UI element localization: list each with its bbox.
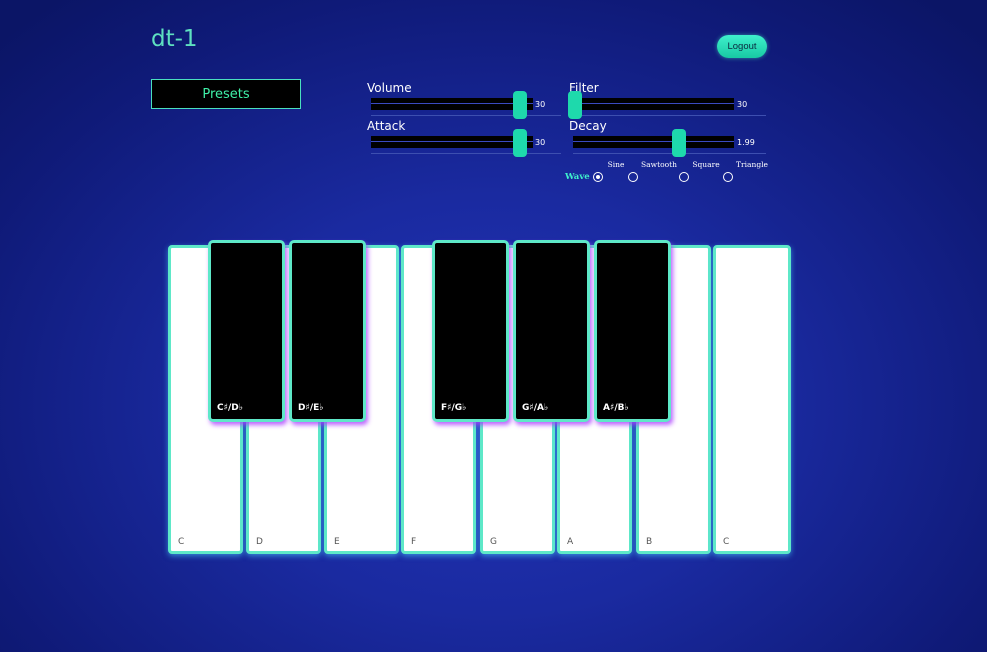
black-key-d-sharp[interactable]: D♯/E♭: [289, 240, 366, 422]
black-key-a-sharp[interactable]: A♯/B♭: [594, 240, 671, 422]
key-label: B: [646, 537, 653, 547]
white-key-c-high[interactable]: C: [713, 245, 791, 554]
key-label: G: [490, 537, 497, 547]
wave-option-sawtooth-label: Sawtooth: [641, 160, 677, 169]
app-title: dt-1: [151, 26, 198, 52]
slider-track: [371, 98, 533, 110]
volume-slider[interactable]: [371, 91, 561, 119]
key-label: F: [411, 537, 417, 547]
black-key-c-sharp[interactable]: C♯/D♭: [208, 240, 285, 422]
key-label: E: [334, 537, 340, 547]
slider-thumb[interactable]: [513, 91, 528, 119]
filter-slider[interactable]: [567, 91, 766, 119]
wave-radio-sine[interactable]: [593, 172, 603, 182]
wave-label: Wave: [565, 172, 590, 182]
slider-thumb[interactable]: [513, 129, 528, 157]
wave-option-triangle-label: Triangle: [736, 160, 768, 169]
wave-radio-square[interactable]: [679, 172, 689, 182]
black-key-g-sharp[interactable]: G♯/A♭: [513, 240, 590, 422]
black-key-f-sharp[interactable]: F♯/G♭: [432, 240, 509, 422]
wave-radio-triangle[interactable]: [723, 172, 733, 182]
slider-track: [573, 136, 734, 148]
key-label: A: [567, 537, 574, 547]
wave-radio-sawtooth[interactable]: [628, 172, 638, 182]
key-label: G♯/A♭: [522, 403, 549, 413]
key-label: C: [723, 537, 730, 547]
slider-underline: [371, 115, 561, 116]
presets-button[interactable]: Presets: [151, 79, 301, 109]
key-label: F♯/G♭: [441, 403, 467, 413]
slider-track: [371, 136, 533, 148]
filter-value: 30: [737, 100, 748, 109]
attack-value: 30: [535, 138, 546, 147]
slider-underline: [371, 153, 561, 154]
volume-value: 30: [535, 100, 546, 109]
decay-label: Decay: [569, 119, 607, 133]
key-label: A♯/B♭: [603, 403, 629, 413]
slider-thumb[interactable]: [672, 129, 687, 157]
decay-value: 1.99: [737, 138, 755, 147]
logout-button[interactable]: Logout: [717, 35, 767, 58]
slider-track: [573, 98, 734, 110]
wave-option-sine-label: Sine: [607, 160, 625, 169]
wave-option-square-label: Square: [692, 160, 720, 169]
key-label: C♯/D♭: [217, 403, 243, 413]
volume-label: Volume: [367, 81, 412, 95]
attack-label: Attack: [367, 119, 406, 133]
slider-underline: [573, 115, 766, 116]
decay-slider[interactable]: [573, 129, 766, 157]
key-label: D♯/E♭: [298, 403, 324, 413]
slider-thumb[interactable]: [567, 91, 582, 119]
attack-slider[interactable]: [371, 129, 561, 157]
key-label: D: [256, 537, 263, 547]
key-label: C: [178, 537, 185, 547]
slider-underline: [573, 153, 766, 154]
